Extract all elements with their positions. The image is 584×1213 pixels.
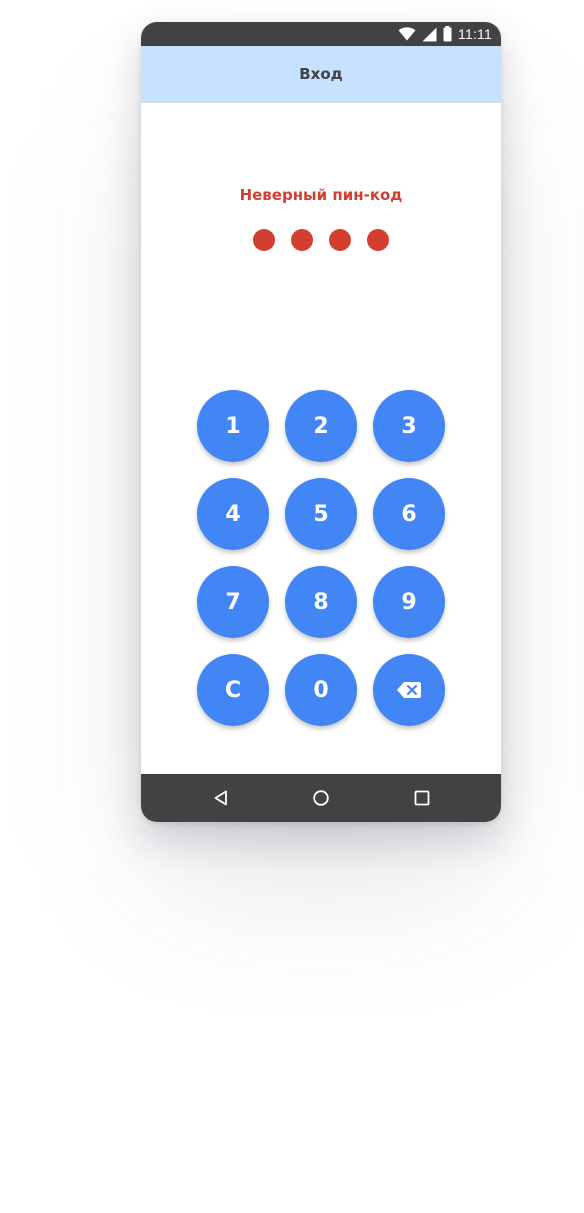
cellular-signal-icon bbox=[422, 27, 437, 41]
home-circle-icon bbox=[313, 790, 329, 806]
key-7-button[interactable]: 7 bbox=[197, 566, 269, 638]
back-triangle-icon bbox=[214, 790, 227, 806]
clear-button[interactable]: C bbox=[197, 654, 269, 726]
key-6-button[interactable]: 6 bbox=[373, 478, 445, 550]
battery-icon bbox=[443, 26, 452, 42]
key-0-button[interactable]: 0 bbox=[285, 654, 357, 726]
pin-indicator bbox=[253, 229, 389, 251]
navigation-bar bbox=[141, 774, 501, 822]
key-5-button[interactable]: 5 bbox=[285, 478, 357, 550]
key-9-button[interactable]: 9 bbox=[373, 566, 445, 638]
status-icons: 11:11 bbox=[398, 25, 492, 43]
key-8-button[interactable]: 8 bbox=[285, 566, 357, 638]
keypad: 1 2 3 4 5 6 7 8 9 C 0 bbox=[197, 390, 445, 726]
app-bar: Вход bbox=[141, 46, 501, 103]
backspace-button[interactable] bbox=[373, 654, 445, 726]
recents-square-icon bbox=[414, 790, 430, 806]
pin-dot bbox=[253, 229, 275, 251]
status-time: 11:11 bbox=[458, 26, 492, 42]
status-bar: 11:11 bbox=[141, 22, 501, 46]
wifi-icon bbox=[398, 27, 416, 41]
key-2-button[interactable]: 2 bbox=[285, 390, 357, 462]
pin-entry-screen: Неверный пин-код 1 2 3 4 5 6 7 8 9 C 0 bbox=[141, 103, 501, 774]
pin-dot bbox=[291, 229, 313, 251]
key-1-button[interactable]: 1 bbox=[197, 390, 269, 462]
pin-error-message: Неверный пин-код bbox=[239, 186, 403, 204]
backspace-icon bbox=[397, 682, 421, 698]
key-3-button[interactable]: 3 bbox=[373, 390, 445, 462]
pin-dot bbox=[329, 229, 351, 251]
page-title: Вход bbox=[299, 65, 343, 83]
pin-dot bbox=[367, 229, 389, 251]
key-4-button[interactable]: 4 bbox=[197, 478, 269, 550]
home-button[interactable] bbox=[309, 786, 333, 810]
phone-screen: 11:11 Вход Неверный пин-код 1 2 3 4 5 6 … bbox=[141, 22, 501, 822]
back-button[interactable] bbox=[209, 786, 233, 810]
recents-button[interactable] bbox=[410, 786, 434, 810]
